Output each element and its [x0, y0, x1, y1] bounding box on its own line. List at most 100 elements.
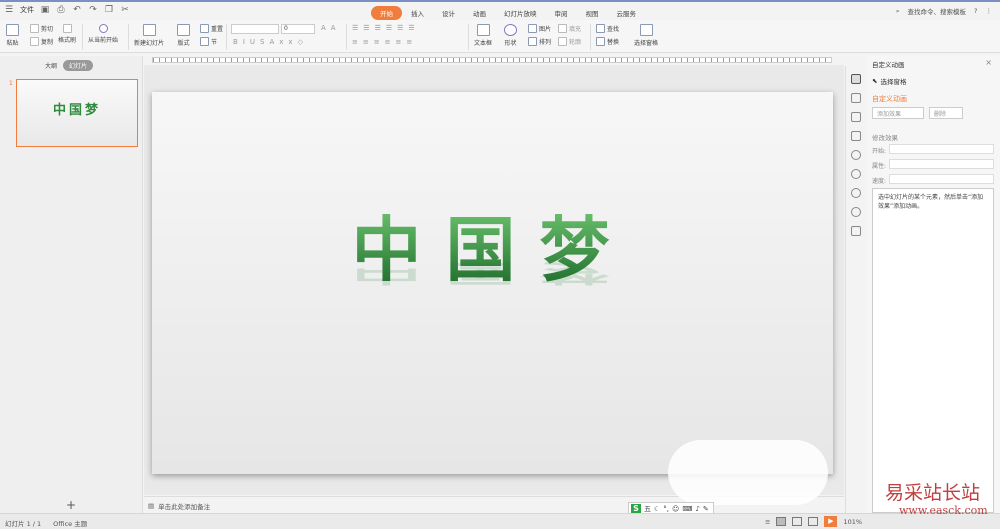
- search-icon[interactable]: ⌕: [896, 7, 900, 16]
- subscript-icon[interactable]: x: [288, 38, 292, 46]
- slide[interactable]: 中国梦 中国梦: [152, 92, 833, 474]
- properties-icon[interactable]: [851, 131, 861, 141]
- columns-icon[interactable]: ☰: [408, 24, 414, 32]
- animation-pane-icon[interactable]: [851, 74, 861, 84]
- numbering-icon[interactable]: ☰: [363, 24, 369, 32]
- reset-button[interactable]: 重置: [200, 24, 223, 33]
- save-icon[interactable]: ▣: [40, 5, 50, 15]
- menu-icon[interactable]: ☰: [4, 5, 14, 15]
- format-painter-button[interactable]: 格式刷: [58, 24, 76, 44]
- star-icon[interactable]: [851, 150, 861, 160]
- undo-icon[interactable]: ↶: [72, 5, 82, 15]
- bold-icon[interactable]: B: [233, 38, 238, 46]
- animation-hint: 选中幻灯片的某个元素，然后单击“添加效果”添加动画。: [878, 194, 984, 210]
- animation-list[interactable]: 选中幻灯片的某个元素，然后单击“添加效果”添加动画。: [872, 188, 994, 513]
- font-size-combo[interactable]: 0: [281, 24, 315, 34]
- ime-mode[interactable]: 五: [644, 504, 651, 514]
- shape-pane-icon[interactable]: [851, 112, 861, 122]
- increase-font-icon[interactable]: A: [321, 24, 326, 32]
- slide-thumbnail[interactable]: 中国梦: [16, 79, 138, 147]
- tab-cloud[interactable]: 云服务: [608, 6, 646, 20]
- mic-icon[interactable]: ♪: [695, 505, 699, 513]
- replace-button[interactable]: 替换: [596, 37, 619, 46]
- sorter-view-icon[interactable]: [792, 517, 803, 526]
- italic-icon[interactable]: I: [243, 38, 245, 46]
- outdent-icon[interactable]: ☰: [386, 24, 392, 32]
- outline-button[interactable]: 轮廓: [558, 37, 581, 46]
- notes-placeholder[interactable]: ▤ 单击此处添加备注: [148, 501, 210, 511]
- history-icon[interactable]: [851, 188, 861, 198]
- zoom-level[interactable]: 101%: [843, 518, 862, 526]
- horizontal-ruler: [152, 57, 832, 63]
- line-spacing-icon[interactable]: ☰: [397, 24, 403, 32]
- help-button[interactable]: ?: [974, 7, 977, 15]
- tab-animation[interactable]: 动画: [464, 6, 495, 20]
- cut-button[interactable]: 剪切: [30, 24, 53, 33]
- wrench-icon[interactable]: ✎: [703, 505, 709, 513]
- clear-format-icon[interactable]: ◇: [298, 38, 303, 46]
- emoji-icon[interactable]: ☺: [672, 505, 679, 513]
- reading-view-icon[interactable]: [808, 517, 819, 526]
- close-icon[interactable]: ×: [985, 58, 992, 67]
- tab-slideshow[interactable]: 幻灯片放映: [495, 6, 546, 20]
- bullets-icon[interactable]: ☰: [352, 24, 358, 32]
- grid-icon[interactable]: [851, 226, 861, 236]
- strikethrough-icon[interactable]: S: [260, 38, 264, 46]
- redo-icon[interactable]: ↷: [88, 5, 98, 15]
- section-button[interactable]: 节: [200, 37, 217, 46]
- speed-select[interactable]: [889, 174, 994, 184]
- add-slide-button[interactable]: +: [66, 498, 76, 512]
- new-slide-button[interactable]: 新建幻灯片: [134, 24, 164, 47]
- add-effect-button[interactable]: 添加效果: [872, 107, 924, 119]
- select-pane-link[interactable]: ⬉ 选择窗格: [872, 76, 906, 86]
- align-left-icon[interactable]: ≡: [352, 38, 358, 46]
- underline-icon[interactable]: U: [250, 38, 255, 46]
- justify-icon[interactable]: ≡: [385, 38, 391, 46]
- text-direction-icon[interactable]: ≡: [406, 38, 412, 46]
- layout-button[interactable]: 版式: [177, 24, 190, 47]
- keyboard-icon[interactable]: ⌨: [682, 505, 692, 513]
- play-from-current-button[interactable]: 从当前开始: [88, 24, 118, 44]
- copy-icon[interactable]: ❐: [104, 5, 114, 15]
- moon-icon[interactable]: ☾: [654, 505, 660, 513]
- distribute-icon[interactable]: ≡: [396, 38, 402, 46]
- share-icon[interactable]: [851, 169, 861, 179]
- superscript-icon[interactable]: x: [279, 38, 283, 46]
- select-pane-button[interactable]: 选择窗格: [634, 24, 658, 47]
- tab-insert[interactable]: 插入: [402, 6, 433, 20]
- slideshow-play-icon[interactable]: ▶: [824, 516, 838, 527]
- fill-button[interactable]: 填充: [558, 24, 581, 33]
- tab-home[interactable]: 开始: [371, 6, 402, 20]
- more-icon[interactable]: ⋮: [986, 7, 993, 15]
- transition-icon[interactable]: [851, 93, 861, 103]
- textbox-button[interactable]: 文本框: [474, 24, 492, 47]
- tab-outline[interactable]: 大纲: [45, 61, 57, 70]
- tab-design[interactable]: 设计: [433, 6, 464, 20]
- align-right-icon[interactable]: ≡: [374, 38, 380, 46]
- file-menu[interactable]: 文件: [20, 5, 34, 15]
- font-color-icon[interactable]: A: [269, 38, 274, 46]
- tab-slides[interactable]: 幻灯片: [63, 60, 94, 71]
- tab-view[interactable]: 视图: [577, 6, 608, 20]
- find-button[interactable]: 查找: [596, 24, 619, 33]
- align-center-icon[interactable]: ≡: [363, 38, 369, 46]
- copy-button[interactable]: 复制: [30, 37, 53, 46]
- picture-button[interactable]: 图片: [528, 24, 551, 33]
- decrease-font-icon[interactable]: A: [331, 24, 336, 32]
- tools-icon[interactable]: ✂: [120, 5, 130, 15]
- property-select[interactable]: [889, 159, 994, 169]
- print-icon[interactable]: ⎙: [56, 5, 66, 15]
- help-icon[interactable]: [851, 207, 861, 217]
- font-name-combo[interactable]: [231, 24, 279, 34]
- paste-button[interactable]: 粘贴: [6, 24, 19, 47]
- arrange-button[interactable]: 排列: [528, 37, 551, 46]
- delete-button[interactable]: 删除: [929, 107, 963, 119]
- notes-toggle-icon[interactable]: ≡: [765, 518, 770, 526]
- punctuation-icon[interactable]: °,: [663, 505, 669, 513]
- shape-button[interactable]: 形状: [504, 24, 517, 47]
- start-select[interactable]: [889, 144, 994, 154]
- search-input[interactable]: 查找命令、搜索模板: [908, 6, 967, 16]
- tab-review[interactable]: 审阅: [546, 6, 577, 20]
- indent-icon[interactable]: ☰: [375, 24, 381, 32]
- normal-view-icon[interactable]: [776, 517, 787, 526]
